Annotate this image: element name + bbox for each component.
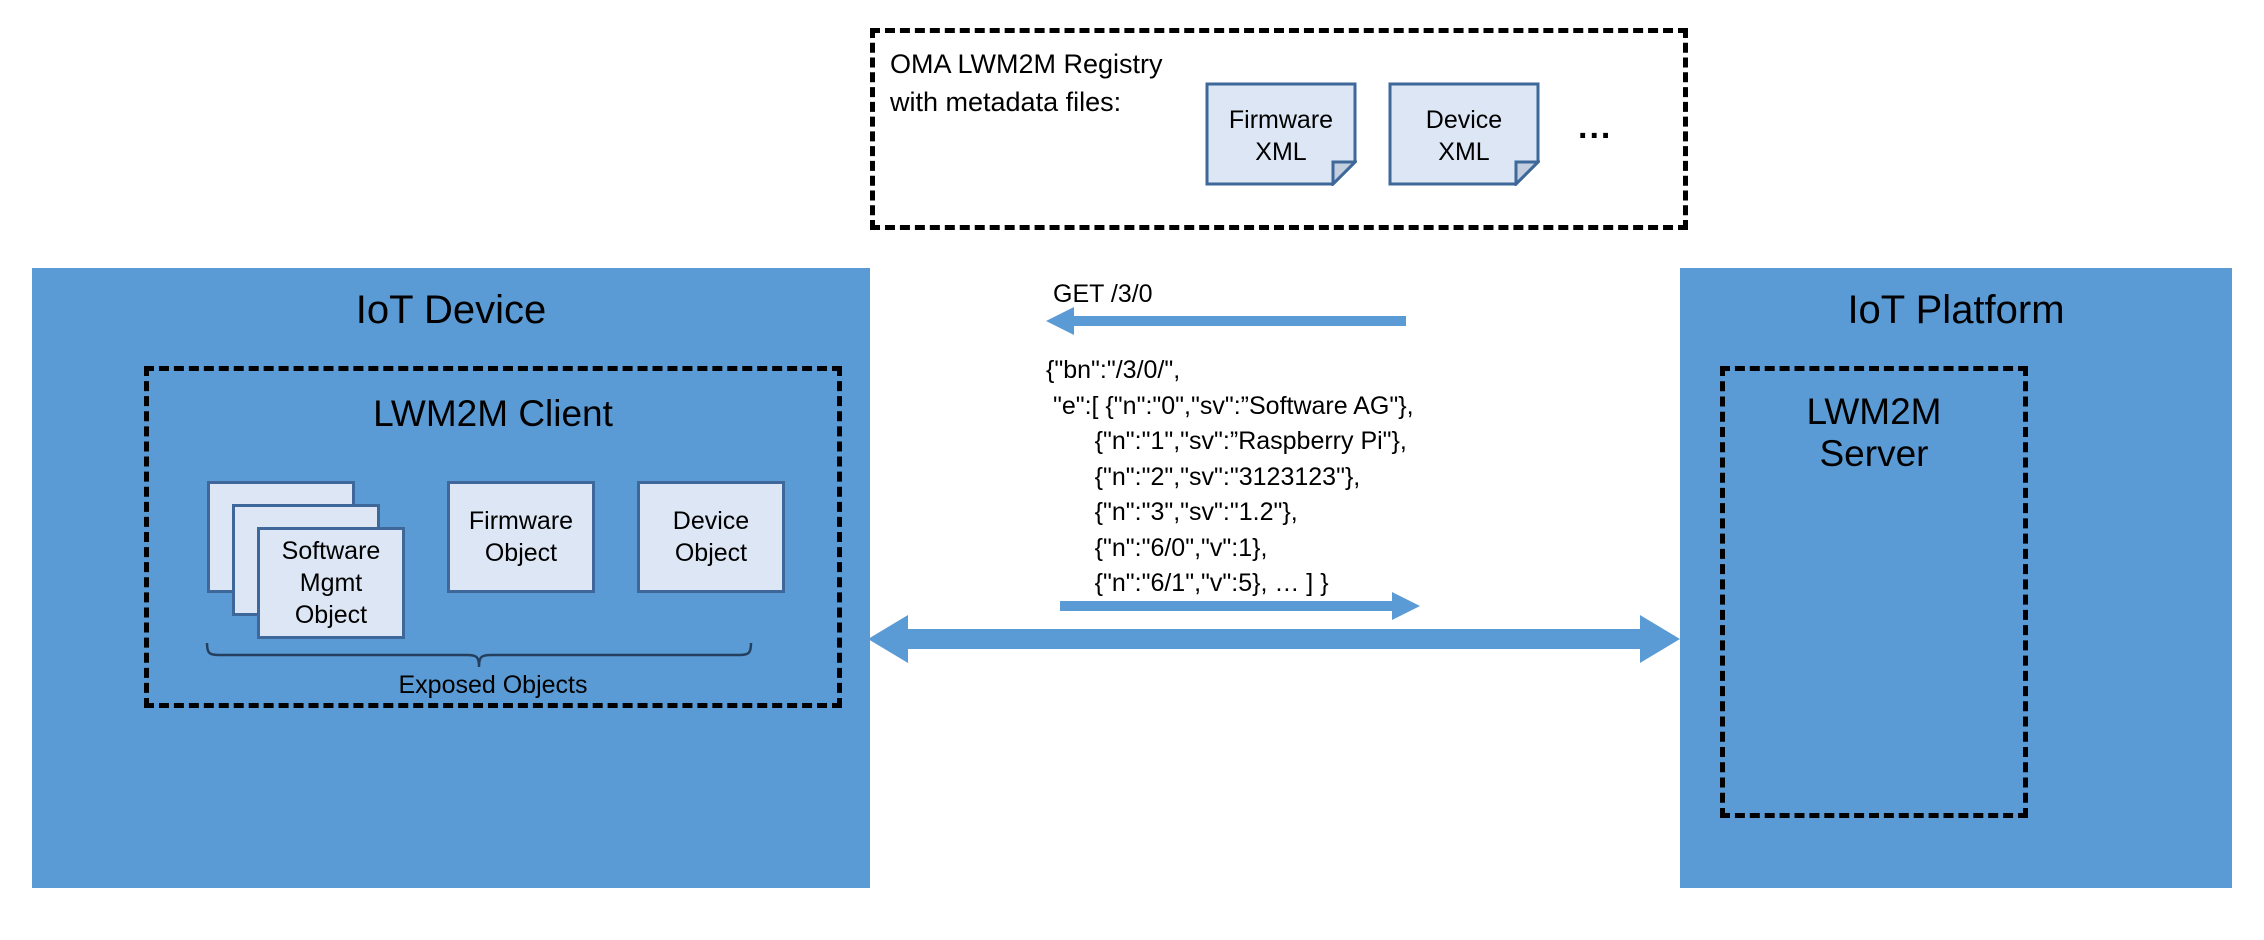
device-platform-link-arrow <box>868 615 1680 663</box>
lwm2m-server-box: LWM2M Server <box>1720 366 2028 818</box>
iot-device-panel: IoT Device LWM2M Client Software Mgmt Ob… <box>32 268 870 888</box>
oma-registry-label: OMA LWM2M Registry with metadata files: <box>890 49 1163 118</box>
registry-ellipsis: ... <box>1578 108 1613 146</box>
firmware-object-box: Firmware Object <box>447 481 595 593</box>
firmware-object-line1: Firmware <box>468 507 574 535</box>
diagram-canvas: OMA LWM2M Registry with metadata files: … <box>0 0 2264 940</box>
firmware-object-line2: Object <box>484 539 558 567</box>
iot-device-title: IoT Device <box>355 288 547 332</box>
get-request-arrow <box>1046 307 1406 335</box>
software-mgmt-object-line1: Software <box>281 537 381 565</box>
device-xml-label-line2: XML <box>1438 138 1490 166</box>
software-mgmt-object-line2: Mgmt <box>299 569 363 597</box>
software-mgmt-object-line3: Object <box>294 601 368 629</box>
firmware-xml-document: Firmware XML <box>1205 82 1357 186</box>
lwm2m-client-box: LWM2M Client Software Mgmt Object Firmwa… <box>144 366 842 708</box>
response-payload-text: {"bn":"/3/0/", "e":[ {"n":"0","sv":”Soft… <box>1046 356 1414 597</box>
firmware-xml-label-line2: XML <box>1255 138 1307 166</box>
device-object-box: Device Object <box>637 481 785 593</box>
lwm2m-server-title-line1: LWM2M <box>1806 391 1942 432</box>
device-object-line1: Device <box>672 507 750 535</box>
lwm2m-client-title: LWM2M Client <box>373 393 613 434</box>
device-object-line2: Object <box>674 539 748 567</box>
device-xml-document: Device XML <box>1388 82 1540 186</box>
lwm2m-server-title-line2: Server <box>1819 433 1929 474</box>
exposed-objects-caption: Exposed Objects <box>398 671 588 699</box>
firmware-xml-label-line1: Firmware <box>1228 106 1334 134</box>
iot-platform-panel: IoT Platform LWM2M Server <box>1680 268 2232 888</box>
software-mgmt-object-front: Software Mgmt Object <box>257 527 405 639</box>
device-xml-label-line1: Device <box>1425 106 1503 134</box>
iot-platform-title: IoT Platform <box>1847 288 2065 332</box>
